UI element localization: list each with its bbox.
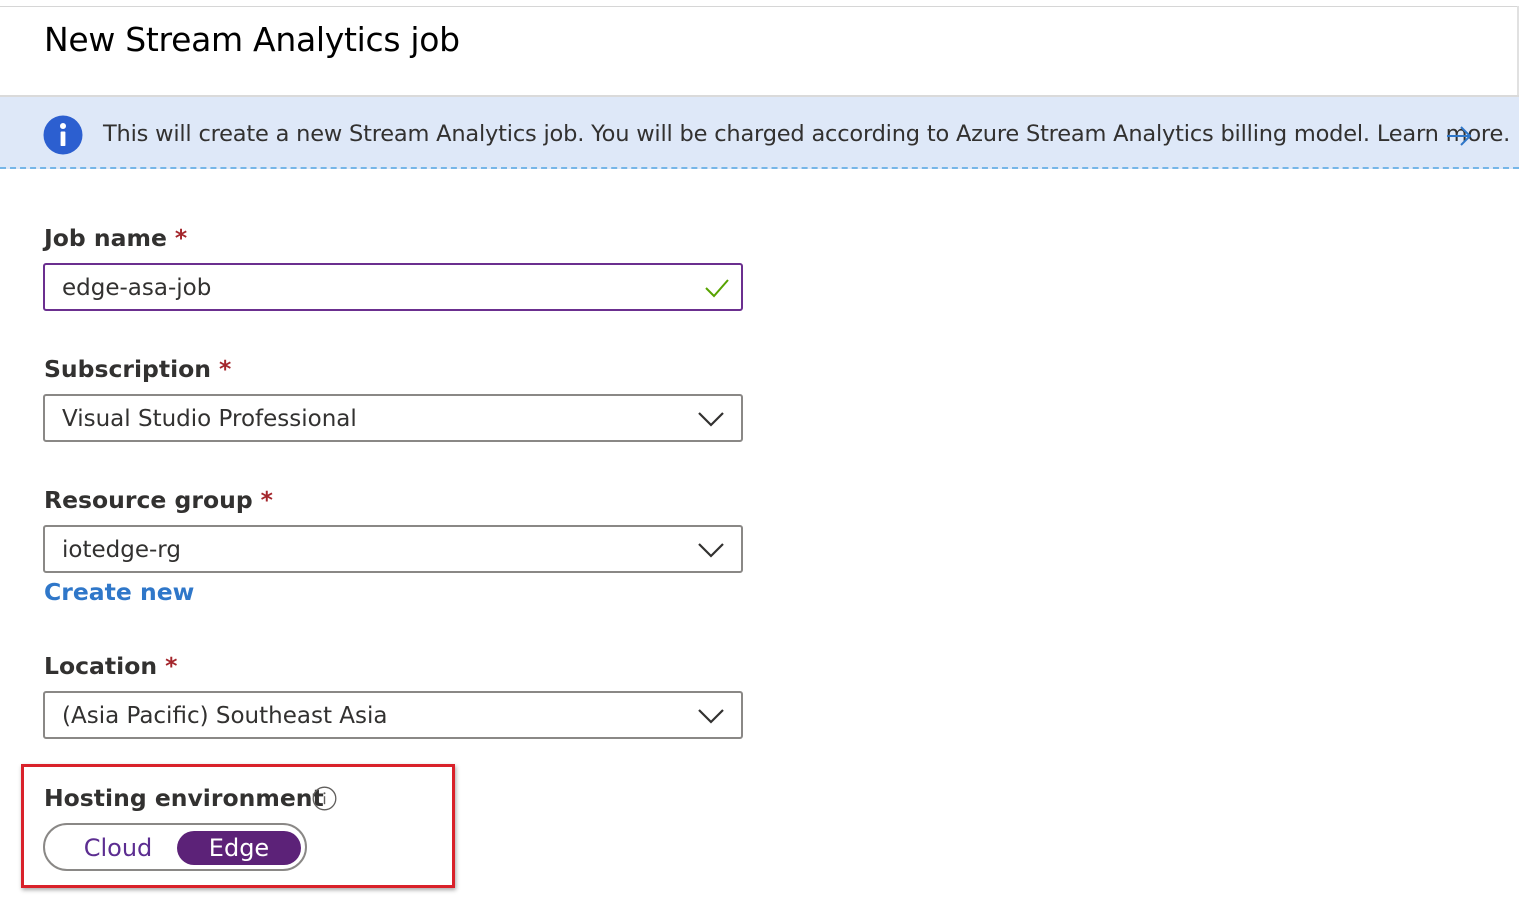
info-tooltip-icon[interactable] <box>312 786 337 811</box>
chevron-down-icon[interactable] <box>697 541 725 559</box>
banner-message[interactable]: This will create a new Stream Analytics … <box>103 121 1510 147</box>
resource-group-label-text: Resource group <box>44 486 253 514</box>
job-name-label-text: Job name <box>44 224 167 252</box>
required-marker: * <box>174 224 188 252</box>
location-value: (Asia Pacific) Southeast Asia <box>62 703 388 729</box>
top-divider <box>0 6 1519 7</box>
location-label-text: Location <box>44 652 158 680</box>
subscription-dropdown[interactable]: Visual Studio Professional <box>43 394 743 442</box>
checkmark-icon <box>705 279 729 298</box>
job-name-label: Job name * <box>44 224 187 252</box>
subscription-value: Visual Studio Professional <box>62 406 357 432</box>
resource-group-value: iotedge-rg <box>62 537 181 563</box>
location-dropdown[interactable]: (Asia Pacific) Southeast Asia <box>43 691 743 739</box>
resource-group-label: Resource group * <box>44 486 273 514</box>
resource-group-dropdown[interactable]: iotedge-rg <box>43 525 743 573</box>
required-marker: * <box>219 355 232 383</box>
hosting-environment-label: Hosting environment <box>44 784 324 812</box>
create-new-resource-group-link[interactable]: Create new <box>44 578 194 606</box>
location-label: Location * <box>44 652 177 680</box>
job-name-value: edge-asa-job <box>62 275 212 301</box>
arrow-right-icon[interactable] <box>1444 124 1474 148</box>
chevron-down-icon[interactable] <box>697 707 725 725</box>
job-name-input[interactable]: edge-asa-job <box>43 263 743 311</box>
toggle-option-cloud[interactable]: Cloud <box>59 831 177 865</box>
page-title: New Stream Analytics job <box>44 20 460 59</box>
hosting-environment-toggle[interactable]: Cloud Edge <box>43 823 307 871</box>
subscription-label-text: Subscription <box>44 355 212 383</box>
required-marker: * <box>260 486 273 514</box>
info-icon <box>43 115 83 155</box>
required-marker: * <box>165 652 178 680</box>
subscription-label: Subscription * <box>44 355 231 383</box>
chevron-down-icon[interactable] <box>697 410 725 428</box>
toggle-option-edge[interactable]: Edge <box>177 831 301 865</box>
new-stream-analytics-job-page: New Stream Analytics job This will creat… <box>0 0 1519 907</box>
